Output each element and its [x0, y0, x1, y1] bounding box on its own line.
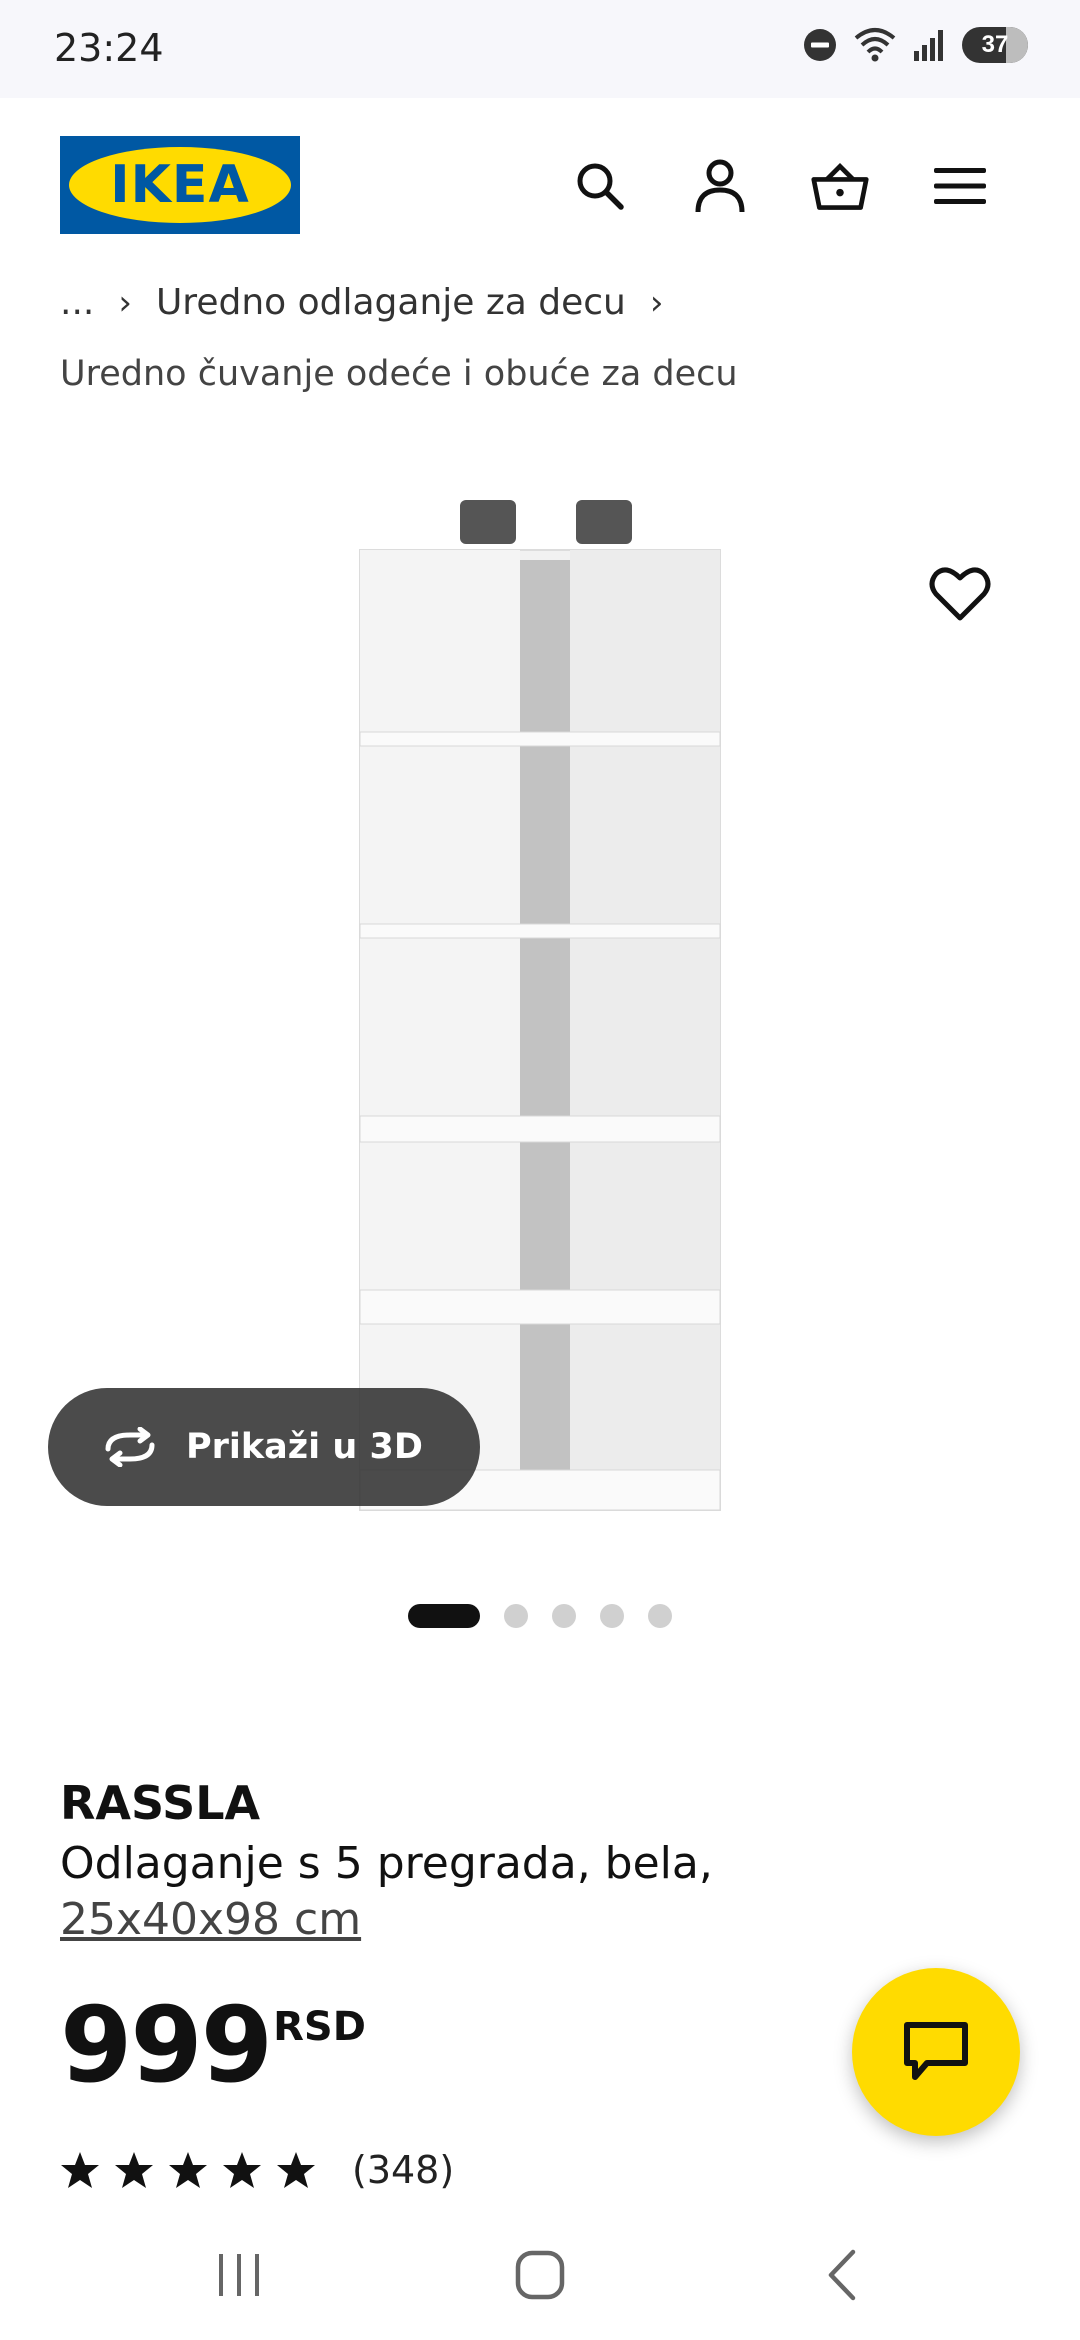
do-not-disturb-icon — [804, 29, 836, 61]
search-icon[interactable] — [570, 156, 630, 216]
star-icon — [61, 2152, 99, 2188]
pagination-dot[interactable] — [648, 1604, 672, 1628]
product-dimensions-link[interactable]: 25x40x98 cm — [60, 1894, 361, 1945]
rating-count: (348) — [352, 2148, 455, 2192]
pagination-dot[interactable] — [504, 1604, 528, 1628]
favorite-heart-icon[interactable] — [928, 562, 992, 626]
chevron-right-icon: › — [118, 282, 132, 323]
account-icon[interactable] — [690, 156, 750, 216]
wifi-icon — [854, 28, 896, 62]
home-icon[interactable] — [505, 2240, 575, 2310]
menu-icon[interactable] — [930, 156, 990, 216]
chevron-right-icon: › — [649, 282, 664, 323]
pagination-dot[interactable] — [600, 1604, 624, 1628]
star-icon — [223, 2152, 261, 2188]
image-pagination-dots — [408, 1604, 672, 1628]
star-icon — [169, 2152, 207, 2188]
price-currency: RSD — [273, 2004, 366, 2050]
chat-icon — [904, 2022, 968, 2080]
pagination-dot-active[interactable] — [408, 1604, 480, 1628]
status-bar: 23:24 37 — [0, 0, 1080, 98]
view-3d-button[interactable]: Prikaži u 3D — [48, 1388, 480, 1506]
signal-icon — [914, 30, 943, 61]
product-image[interactable] — [340, 480, 740, 1540]
site-header: IKEA — [0, 98, 1080, 276]
ikea-logo[interactable]: IKEA — [60, 136, 300, 234]
rotate-3d-icon — [105, 1427, 155, 1467]
price-value: 999 — [60, 1984, 273, 2106]
breadcrumb-ellipsis[interactable]: ... — [60, 282, 94, 323]
star-icon — [277, 2152, 315, 2188]
view-3d-label: Prikaži u 3D — [186, 1427, 423, 1467]
status-icons: 37 — [802, 26, 1028, 64]
logo-oval: IKEA — [69, 147, 291, 223]
basket-icon[interactable] — [810, 156, 870, 216]
product-price: 999 RSD — [60, 1990, 366, 2100]
star-icon — [115, 2152, 153, 2188]
back-icon[interactable] — [808, 2240, 878, 2310]
pagination-dot[interactable] — [552, 1604, 576, 1628]
chat-button[interactable] — [852, 1968, 1020, 2136]
recent-apps-icon[interactable] — [204, 2240, 274, 2310]
breadcrumb-subcategory[interactable]: Uredno čuvanje odeće i obuće za decu — [60, 354, 738, 394]
status-time: 23:24 — [54, 26, 164, 70]
battery-icon: 37 — [962, 27, 1028, 63]
product-rating[interactable]: (348) — [60, 2148, 454, 2192]
system-nav-bar — [0, 2210, 1080, 2340]
breadcrumb-item[interactable]: Uredno odlaganje za decu — [156, 282, 626, 323]
product-description: Odlaganje s 5 pregrada, bela, — [60, 1838, 713, 1889]
product-name: RASSLA — [60, 1776, 261, 1830]
breadcrumb: ... › Uredno odlaganje za decu › — [60, 282, 687, 323]
logo-text: IKEA — [110, 155, 250, 215]
